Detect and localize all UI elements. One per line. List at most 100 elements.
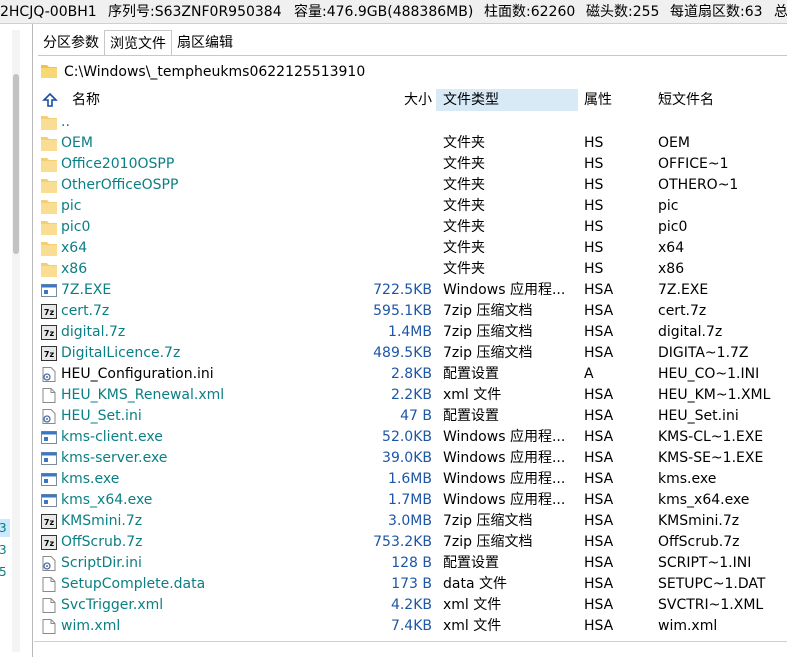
file-name: DigitalLicence.7z [61,345,181,361]
file-row[interactable]: 7z cert.7z 595.1KB 7zip 压缩文档 HSA cert.7z [38,301,787,322]
file-name: HEU_Configuration.ini [61,366,214,382]
file-name: HEU_KMS_Renewal.xml [61,387,225,403]
file-size: 47 B [400,408,432,424]
file-attributes: HSA [584,555,614,571]
file-row[interactable]: kms-server.exe 39.0KB Windows 应用程... HSA KMS… [38,448,787,469]
folder-row[interactable]: Office2010OSPP 文件夹 HS OFFICE~1 [38,154,787,175]
column-attributes[interactable]: 属性 [584,89,654,111]
file-attributes: HS [584,177,604,193]
file-attributes: HSA [584,282,614,298]
file-row[interactable]: kms-client.exe 52.0KB Windows 应用程... HSA KMS… [38,427,787,448]
file-short-name: KMS-CL~1.EXE [658,429,764,445]
file-row[interactable]: HEU_Set.ini 47 B 配置设置 HSA HEU_Set.ini [38,406,787,427]
file-short-name: kms.exe [658,471,717,487]
7z-archive-icon: 7z [40,345,58,362]
file-row[interactable]: SvcTrigger.xml 4.2KB xml 文件 HSA SVCTRI~1.XML [38,595,787,616]
file-name: pic [61,198,82,214]
file-attributes: HSA [584,450,614,466]
file-short-name: HEU_Set.ini [658,408,739,424]
file-attributes: HSA [584,513,614,529]
disk-sectors: 每道扇区数:63 [670,4,763,20]
column-type[interactable]: 文件类型 [436,89,578,111]
column-size[interactable]: 大小 [338,89,432,111]
file-type [443,112,581,133]
folder-row[interactable]: OtherOfficeOSPP 文件夹 HS OTHERO~1 [38,175,787,196]
file-size [338,175,432,196]
svg-text:7z: 7z [44,329,55,338]
folder-icon [41,65,57,78]
file-size: 39.0KB [382,450,432,466]
left-tree-pane[interactable]: 3 3 5 [0,24,33,657]
file-attributes: HSA [584,324,614,340]
disk-more: 总 [774,4,787,20]
file-type: 配置设置 [443,408,499,424]
exe-icon [40,429,58,446]
file-size: 1.6MB [388,471,432,487]
tab-partition-params[interactable]: 分区参数 [38,30,104,56]
file-name: SetupComplete.data [61,576,206,592]
file-row[interactable]: kms_x64.exe 1.7MB Windows 应用程... HSA kms_x64… [38,490,787,511]
file-row[interactable]: 7Z.EXE 722.5KB Windows 应用程... HSA 7Z.EXE [38,280,787,301]
folder-row[interactable]: x64 文件夹 HS x64 [38,238,787,259]
svg-text:7z: 7z [44,350,55,359]
file-attributes: HS [584,198,604,214]
file-row[interactable]: kms.exe 1.6MB Windows 应用程... HSA kms.exe [38,469,787,490]
file-short-name: HEU_KM~1.XML [658,387,771,403]
view-tabs: 分区参数 浏览文件 扇区编辑 [38,30,238,56]
file-type: 文件夹 [443,198,485,214]
file-short-name: 7Z.EXE [658,282,709,298]
7z-archive-icon: 7z [40,324,58,341]
disk-heads: 磁头数:255 [586,4,660,20]
file-short-name [658,112,787,133]
path-bar: C:\Windows\_tempheukms0622125513910 [38,60,787,86]
exe-icon [40,282,58,299]
file-icon [40,576,58,593]
file-size: 489.5KB [373,345,432,361]
folder-row[interactable]: x86 文件夹 HS x86 [38,259,787,280]
file-short-name: DIGITA~1.7Z [658,345,749,361]
column-name[interactable]: 名称 [72,89,192,111]
file-row[interactable]: 7z DigitalLicence.7z 489.5KB 7zip 压缩文档 HSA DI… [38,343,787,364]
file-name: SvcTrigger.xml [61,597,164,613]
file-short-name: SCRIPT~1.INI [658,555,752,571]
exe-icon [40,471,58,488]
tab-sector-edit[interactable]: 扇区编辑 [172,30,238,56]
file-row[interactable]: ScriptDir.ini 128 B 配置设置 HSA SCRIPT~1.INI [38,553,787,574]
exe-icon [40,450,58,467]
folder-row[interactable]: pic0 文件夹 HS pic0 [38,217,787,238]
left-scrollbar-thumb[interactable] [13,74,19,254]
file-row[interactable]: 7z digital.7z 1.4MB 7zip 压缩文档 HSA digital.7z [38,322,787,343]
column-short-name[interactable]: 短文件名 [658,89,787,111]
file-type: 文件夹 [443,156,485,172]
file-short-name: OEM [658,135,690,151]
file-size: 3.0MB [388,513,432,529]
file-short-name: digital.7z [658,324,723,340]
file-name: OtherOfficeOSPP [61,177,179,193]
folder-row[interactable]: .. [38,112,787,133]
file-size: 595.1KB [373,303,432,319]
disk-serial: 序列号:S63ZNF0R950384 [108,4,282,20]
file-size: 753.2KB [373,534,432,550]
file-size: 128 B [391,555,432,571]
file-size: 1.4MB [388,324,432,340]
file-icon [40,387,58,404]
file-size: 4.2KB [390,597,432,613]
file-row[interactable]: 7z KMSmini.7z 3.0MB 7zip 压缩文档 HSA KMSmini.7z [38,511,787,532]
folder-row[interactable]: pic 文件夹 HS pic [38,196,787,217]
file-size [338,259,432,280]
file-row[interactable]: SetupComplete.data 173 B data 文件 HSA SETUPC~… [38,574,787,595]
file-short-name: SVCTRI~1.XML [658,597,764,613]
file-attributes: HSA [584,303,614,319]
tab-browse-files[interactable]: 浏览文件 [104,30,172,56]
file-attributes [584,112,654,133]
file-type: Windows 应用程... [443,282,566,298]
file-type: Windows 应用程... [443,429,566,445]
file-row[interactable]: wim.xml 7.4KB xml 文件 HSA wim.xml [38,616,787,637]
file-row[interactable]: 7z OffScrub.7z 753.2KB 7zip 压缩文档 HSA OffScrub… [38,532,787,553]
file-row[interactable]: HEU_KMS_Renewal.xml 2.2KB xml 文件 HSA HEU_KM~… [38,385,787,406]
sort-up-arrow-icon[interactable] [42,92,58,108]
file-size: 1.7MB [388,492,432,508]
file-row[interactable]: HEU_Configuration.ini 2.8KB 配置设置 A HEU_CO~1.… [38,364,787,385]
folder-row[interactable]: OEM 文件夹 HS OEM [38,133,787,154]
file-type: xml 文件 [443,387,502,403]
